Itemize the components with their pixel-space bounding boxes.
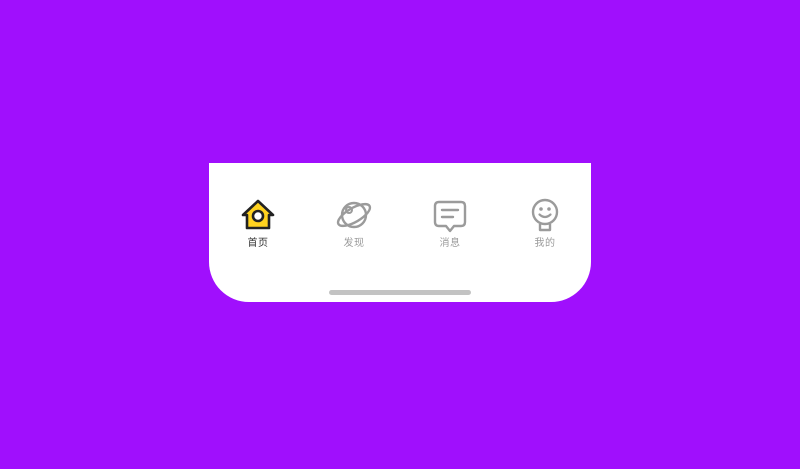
tab-me-label: 我的 xyxy=(534,238,556,249)
tab-discover[interactable]: 发现 xyxy=(306,196,402,256)
tab-messages[interactable]: 消息 xyxy=(402,196,498,256)
tab-messages-label: 消息 xyxy=(439,238,461,249)
home-indicator xyxy=(329,290,471,295)
smile-face-icon xyxy=(526,196,564,234)
tab-discover-label: 发现 xyxy=(343,238,365,249)
bottom-tab-bar: 首页 发现 消息 我的 xyxy=(209,163,591,302)
tab-home[interactable]: 首页 xyxy=(210,196,306,256)
message-icon xyxy=(431,196,469,234)
home-icon xyxy=(239,196,277,234)
tab-me[interactable]: 我的 xyxy=(497,196,593,256)
tab-home-label: 首页 xyxy=(247,238,269,249)
planet-icon xyxy=(335,196,373,234)
